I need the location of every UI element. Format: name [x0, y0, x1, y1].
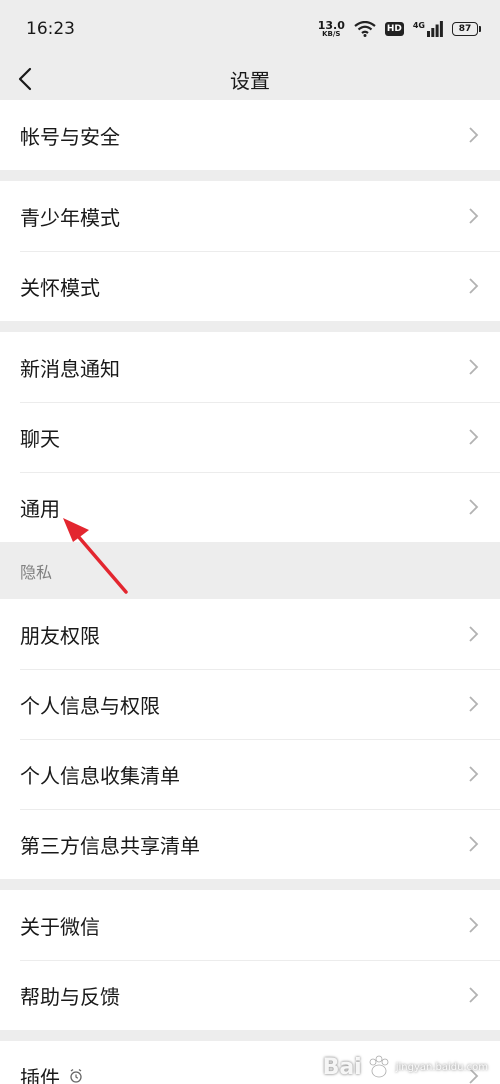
watermark-text: Bai: [322, 1054, 362, 1080]
row-label: 帮助与反馈: [20, 984, 120, 1009]
hd-badge: HD: [384, 22, 404, 36]
battery-icon: 87: [452, 22, 481, 36]
row-label: 插件: [20, 1062, 84, 1084]
baidu-watermark: Bai jingyan.baidu.com: [323, 1054, 488, 1080]
chevron-right-icon: [469, 696, 479, 712]
signal-icon: 4G: [413, 21, 443, 37]
net-speed: 13.0 KB/S: [318, 20, 345, 38]
row-label: 第三方信息共享清单: [20, 833, 200, 858]
watermark-sub: jingyan.baidu.com: [395, 1061, 488, 1073]
status-icons: 13.0 KB/S HD 4G 87: [318, 20, 481, 38]
row-youth-mode[interactable]: 青少年模式: [0, 181, 500, 251]
row-account-security[interactable]: 帐号与安全: [0, 100, 500, 170]
group-gap: [0, 879, 500, 890]
settings-group-about: 关于微信 帮助与反馈: [0, 890, 500, 1030]
group-gap: [0, 170, 500, 181]
net-speed-unit: KB/S: [322, 30, 341, 38]
row-care-mode[interactable]: 关怀模式: [0, 251, 500, 321]
settings-group-privacy: 朋友权限 个人信息与权限 个人信息收集清单 第三方信息共享清单: [0, 599, 500, 879]
nav-bar: 设置: [0, 58, 500, 100]
page-title: 设置: [230, 68, 270, 93]
settings-group-account: 帐号与安全: [0, 100, 500, 170]
chevron-right-icon: [469, 208, 479, 224]
chevron-right-icon: [469, 917, 479, 933]
row-label: 个人信息收集清单: [20, 763, 180, 788]
battery-level: 87: [458, 24, 472, 34]
section-header-privacy: 隐私: [20, 562, 53, 582]
chevron-right-icon: [469, 626, 479, 642]
status-bar: 16:23 13.0 KB/S HD 4G 87: [0, 0, 500, 58]
chevron-right-icon: [469, 429, 479, 445]
row-chat[interactable]: 聊天: [0, 402, 500, 472]
row-about-wechat[interactable]: 关于微信: [0, 890, 500, 960]
row-new-message-notification[interactable]: 新消息通知: [0, 332, 500, 402]
row-label: 关于微信: [20, 914, 100, 939]
row-personal-info-permissions[interactable]: 个人信息与权限: [0, 669, 500, 739]
alarm-clock-icon: [70, 1068, 82, 1083]
row-general[interactable]: 通用: [0, 472, 500, 542]
row-label: 通用: [20, 496, 60, 521]
settings-group-general: 新消息通知 聊天 通用: [0, 332, 500, 542]
group-gap: [0, 321, 500, 332]
chevron-right-icon: [469, 499, 479, 515]
row-label: 朋友权限: [20, 623, 100, 648]
signal-bars-icon: [427, 21, 443, 37]
row-friend-permissions[interactable]: 朋友权限: [0, 599, 500, 669]
status-time: 16:23: [26, 19, 75, 39]
plugins-label: 插件: [20, 1065, 60, 1084]
row-label: 个人信息与权限: [20, 693, 160, 718]
row-label: 新消息通知: [20, 356, 120, 381]
row-label: 关怀模式: [20, 275, 100, 300]
row-third-party-sharing[interactable]: 第三方信息共享清单: [0, 809, 500, 879]
row-label: 帐号与安全: [20, 124, 120, 149]
paw-logo-icon: [369, 1055, 389, 1078]
row-personal-info-collection[interactable]: 个人信息收集清单: [0, 739, 500, 809]
chevron-right-icon: [469, 127, 479, 143]
row-label: 青少年模式: [20, 205, 120, 230]
wifi-icon: [354, 21, 376, 37]
settings-group-modes: 青少年模式 关怀模式: [0, 181, 500, 321]
chevron-right-icon: [469, 278, 479, 294]
row-help-feedback[interactable]: 帮助与反馈: [0, 960, 500, 1030]
row-label: 聊天: [20, 426, 60, 451]
group-gap: [0, 1030, 500, 1041]
chevron-right-icon: [469, 987, 479, 1003]
chevron-right-icon: [469, 359, 479, 375]
chevron-left-icon[interactable]: [14, 62, 42, 96]
network-type: 4G: [412, 21, 425, 30]
chevron-right-icon: [469, 836, 479, 852]
chevron-right-icon: [469, 766, 479, 782]
